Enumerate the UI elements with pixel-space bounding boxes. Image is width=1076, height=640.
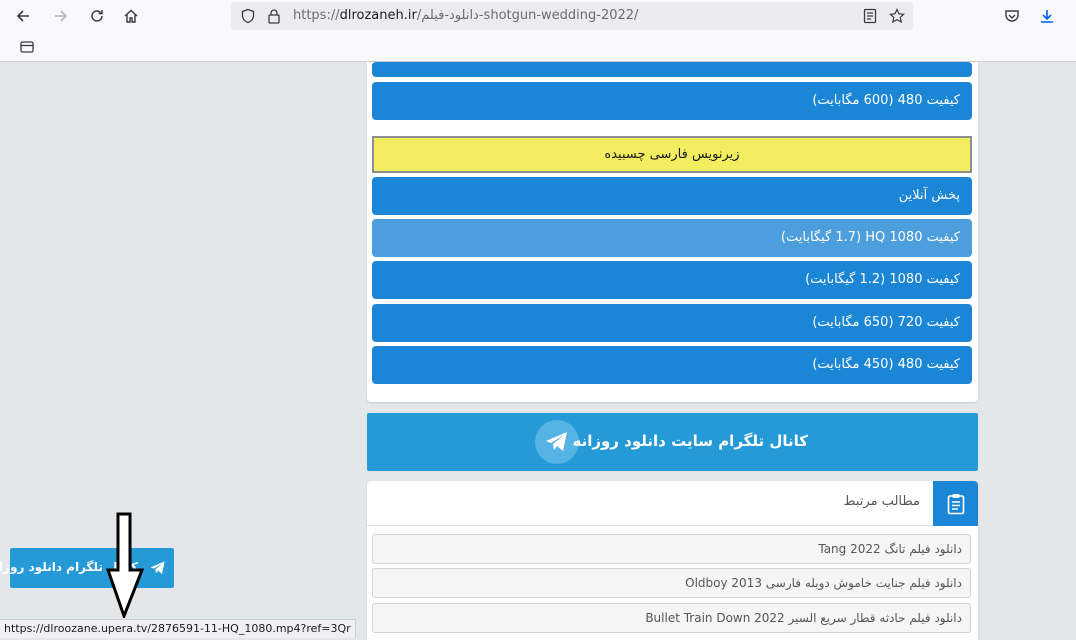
url-host: dlrozaneh.ir <box>339 8 417 23</box>
pocket-icon[interactable] <box>999 3 1025 29</box>
arrow-down-icon <box>105 512 145 618</box>
reload-icon[interactable] <box>84 3 110 29</box>
download-480-sub-button[interactable]: کیفیت 480 (450 مگابایت) <box>372 346 972 384</box>
related-title: مطالب مرتبط <box>843 494 920 509</box>
lock-icon[interactable] <box>261 3 287 29</box>
related-item[interactable]: دانلود فیلم تانگ Tang 2022 <box>372 534 971 564</box>
watch-online-button[interactable]: پخش آنلاین <box>372 177 972 215</box>
browser-toolbar: https://dlrozaneh.ir/دانلود-فیلم-shotgun… <box>0 0 1076 32</box>
sidebar-icon[interactable] <box>14 34 40 60</box>
download-1080-button[interactable]: کیفیت 1080 (1.2 گیگابایت) <box>372 261 972 299</box>
url-bar[interactable]: https://dlrozaneh.ir/دانلود-فیلم-shotgun… <box>231 2 913 30</box>
status-link-preview: https://dlroozane.upera.tv/2876591-11-HQ… <box>0 619 356 638</box>
forward-icon[interactable] <box>48 3 74 29</box>
clipboard-icon <box>933 481 978 526</box>
bookmarks-bar <box>0 32 1076 62</box>
related-posts: مطالب مرتبط دانلود فیلم تانگ Tang 2022 د… <box>367 481 978 640</box>
download-480-button[interactable]: کیفیت 480 (600 مگابایت) <box>372 82 972 120</box>
download-icon[interactable] <box>1034 3 1060 29</box>
telegram-banner-text: کانال تلگرام سایت دانلود روزانه <box>572 432 808 450</box>
related-item[interactable]: دانلود فیلم جنایت خاموش دوبله فارسی Oldb… <box>372 568 971 598</box>
related-item[interactable]: دانلود فیلم حادثه قطار سریع السیر Bullet… <box>372 603 971 633</box>
star-icon[interactable] <box>884 3 910 29</box>
subtitle-banner: زیرنویس فارسی چسبیده <box>372 136 972 173</box>
home-icon[interactable] <box>118 3 144 29</box>
download-720-button[interactable]: کیفیت 720 (650 مگابایت) <box>372 304 972 342</box>
download-button-clipped[interactable] <box>372 62 972 77</box>
download-1080hq-button[interactable]: کیفیت 1080 HQ (1.7 گیگابایت) <box>372 219 972 257</box>
url-text[interactable]: https://dlrozaneh.ir/دانلود-فیلم-shotgun… <box>293 8 638 23</box>
url-path: /دانلود-فیلم-shotgun-wedding-2022/ <box>416 8 639 23</box>
telegram-banner[interactable]: کانال تلگرام سایت دانلود روزانه <box>367 413 978 471</box>
back-icon[interactable] <box>10 3 36 29</box>
shield-icon[interactable] <box>235 3 261 29</box>
reader-icon[interactable] <box>857 3 883 29</box>
floating-telegram-button[interactable]: کانال تلگرام دانلود روزانه <box>0 548 174 588</box>
telegram-icon <box>150 561 165 574</box>
related-header: مطالب مرتبط <box>367 481 978 526</box>
url-prefix: https:// <box>293 8 340 23</box>
